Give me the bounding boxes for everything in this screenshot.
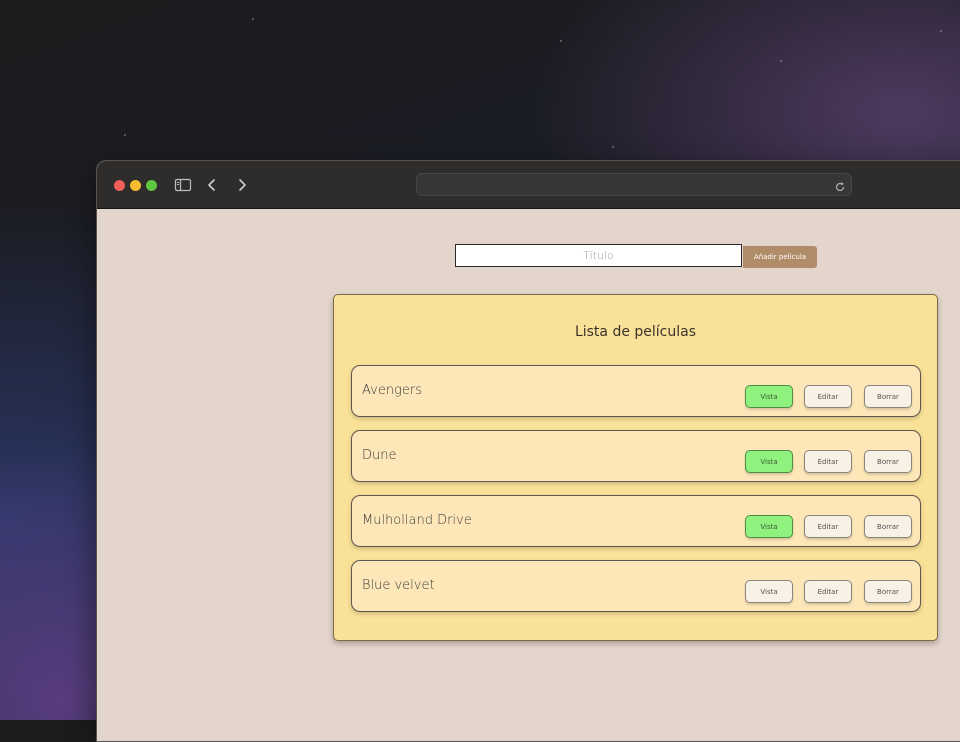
background-star bbox=[124, 134, 126, 136]
close-window-button[interactable] bbox=[114, 180, 125, 191]
title-input[interactable] bbox=[455, 244, 742, 267]
minimize-window-button[interactable] bbox=[130, 180, 141, 191]
watched-button[interactable]: Vista bbox=[745, 450, 793, 473]
chevron-left-icon[interactable] bbox=[203, 176, 221, 194]
edit-button[interactable]: Editar bbox=[804, 580, 852, 603]
watched-button[interactable]: Vista bbox=[745, 515, 793, 538]
background-star bbox=[780, 60, 782, 62]
background-star bbox=[560, 40, 562, 42]
movie-list: Avengers Vista Editar Borrar Dune Vista … bbox=[351, 365, 921, 625]
edit-button[interactable]: Editar bbox=[804, 450, 852, 473]
watched-button[interactable]: Vista bbox=[745, 580, 793, 603]
movie-item: Avengers Vista Editar Borrar bbox=[351, 365, 921, 417]
delete-button[interactable]: Borrar bbox=[864, 385, 912, 408]
edit-button[interactable]: Editar bbox=[804, 385, 852, 408]
movie-title: Mulholland Drive bbox=[362, 513, 472, 528]
movie-title: Dune bbox=[362, 448, 397, 463]
background-star bbox=[612, 146, 614, 148]
page-content: Añadir película Lista de películas Aveng… bbox=[97, 209, 960, 741]
movie-item: Mulholland Drive Vista Editar Borrar bbox=[351, 495, 921, 547]
delete-button[interactable]: Borrar bbox=[864, 580, 912, 603]
add-movie-button[interactable]: Añadir película bbox=[743, 246, 817, 268]
address-bar[interactable] bbox=[416, 173, 852, 196]
watched-button[interactable]: Vista bbox=[745, 385, 793, 408]
background-star bbox=[252, 18, 254, 20]
panel-title: Lista de películas bbox=[574, 324, 697, 340]
sidebar-icon[interactable] bbox=[174, 176, 192, 194]
movie-title: Avengers bbox=[362, 383, 422, 398]
movie-title: Blue velvet bbox=[362, 578, 435, 593]
delete-button[interactable]: Borrar bbox=[864, 515, 912, 538]
delete-button[interactable]: Borrar bbox=[864, 450, 912, 473]
movie-item: Blue velvet Vista Editar Borrar bbox=[351, 560, 921, 612]
edit-button[interactable]: Editar bbox=[804, 515, 852, 538]
movie-list-panel: Lista de películas Avengers Vista Editar… bbox=[333, 294, 938, 641]
chevron-right-icon[interactable] bbox=[233, 176, 251, 194]
background-star bbox=[940, 30, 942, 32]
maximize-window-button[interactable] bbox=[146, 180, 157, 191]
movie-item: Dune Vista Editar Borrar bbox=[351, 430, 921, 482]
browser-toolbar bbox=[97, 161, 960, 209]
browser-window: Añadir película Lista de películas Aveng… bbox=[96, 160, 960, 742]
reload-icon[interactable] bbox=[834, 178, 846, 192]
